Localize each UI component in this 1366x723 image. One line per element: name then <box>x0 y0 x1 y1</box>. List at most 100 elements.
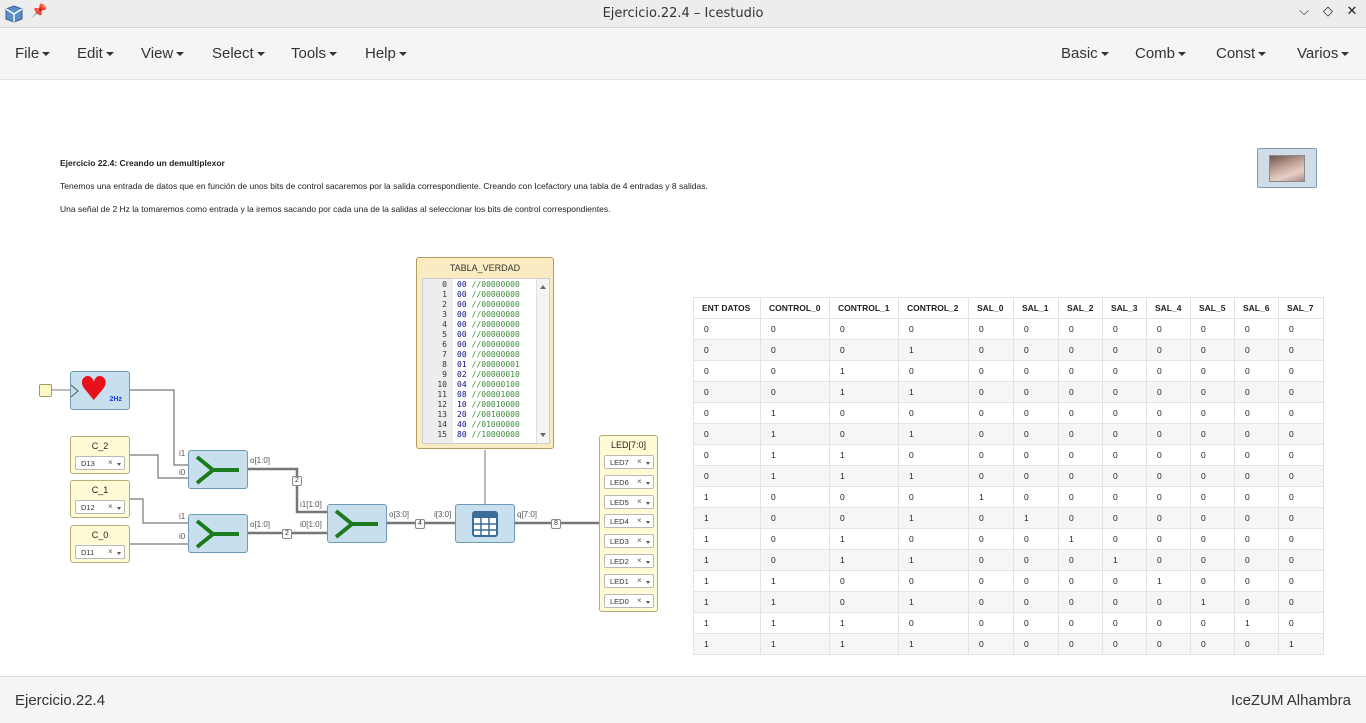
input-c2-pin-select[interactable]: D13 × <box>75 456 125 470</box>
truth-table-editor[interactable]: 0 00//00000000 1 00//00000000 2 00//00000000 3… <box>422 278 550 444</box>
table-cell: 0 <box>968 339 1014 361</box>
dropdown-icon <box>646 561 650 564</box>
joiner-bottom-block[interactable] <box>188 514 248 553</box>
code-line: 15 80 //10000000 <box>423 430 519 440</box>
clear-icon[interactable]: × <box>108 502 113 511</box>
table-cell: 1 <box>760 633 830 655</box>
table-cell: 0 <box>1013 318 1059 340</box>
table-cell: 0 <box>968 633 1014 655</box>
table-row: 100010000000 <box>693 486 1324 508</box>
clear-icon[interactable]: × <box>637 596 642 605</box>
caret-down-icon <box>1341 52 1350 57</box>
menu-basic[interactable]: Basic <box>1061 45 1109 62</box>
design-canvas[interactable]: Ejercicio 22.4: Creando un demultiplexor… <box>0 80 1366 676</box>
line-number: 4 <box>442 320 447 329</box>
table-header-cell: CONTROL_1 <box>829 297 899 319</box>
status-board-name[interactable]: IceZUM Alhambra <box>1231 692 1351 709</box>
menu-const[interactable]: Const <box>1216 45 1267 62</box>
line-number: 14 <box>437 420 447 429</box>
input-c0-pin-select[interactable]: D11 × <box>75 545 125 559</box>
caret-down-icon <box>398 52 407 57</box>
table-cell: 0 <box>1146 549 1191 571</box>
code-line: 8 01 //00000001 <box>423 360 520 370</box>
led-pin-select[interactable]: LED5 × <box>604 494 654 509</box>
menu-view[interactable]: View <box>141 45 185 62</box>
led-pin-select[interactable]: LED4 × <box>604 514 654 529</box>
binary-comment: //01000000 <box>471 420 520 429</box>
joiner-top-block[interactable] <box>188 450 248 489</box>
clear-icon[interactable]: × <box>637 516 642 525</box>
line-number: 10 <box>437 380 447 389</box>
led-pin-select[interactable]: LED3 × <box>604 534 654 549</box>
menu-select[interactable]: Select <box>212 45 265 62</box>
table-cell: 1 <box>693 507 761 529</box>
table-cell: 0 <box>829 339 899 361</box>
table-cell: 0 <box>898 486 969 508</box>
joiner-icon <box>195 519 239 549</box>
table-cell: 0 <box>1190 549 1235 571</box>
table-cell: 1 <box>760 402 830 424</box>
clear-icon[interactable]: × <box>637 457 642 466</box>
table-cell: 1 <box>1234 612 1279 634</box>
caret-down-icon <box>329 52 338 57</box>
clear-icon[interactable]: × <box>637 497 642 506</box>
menu-varios[interactable]: Varios <box>1297 45 1350 62</box>
table-header-cell: SAL_2 <box>1058 297 1103 319</box>
led-pin-select[interactable]: LED0 × <box>604 593 654 608</box>
close-icon[interactable]: ✕ <box>1343 4 1361 19</box>
led-pin-select[interactable]: LED2 × <box>604 554 654 568</box>
led-pin-select[interactable]: LED6 × <box>604 474 654 489</box>
table-block[interactable] <box>455 504 515 543</box>
clear-icon[interactable]: × <box>108 458 113 467</box>
led-pin-select[interactable]: LED7 × <box>604 455 654 469</box>
clear-icon[interactable]: × <box>637 536 642 545</box>
table-cell: 1 <box>1190 591 1235 613</box>
joiner-main-in0-label: i0[1:0] <box>300 520 322 529</box>
clock-2hz-block[interactable]: ♥ 2Hz <box>70 370 130 410</box>
table-cell: 0 <box>1013 528 1059 550</box>
hex-value: 00 <box>457 300 467 309</box>
scroll-down-icon[interactable] <box>540 433 546 437</box>
table-cell: 0 <box>760 486 830 508</box>
line-number: 5 <box>442 330 447 339</box>
table-cell: 1 <box>693 591 761 613</box>
menu-edit[interactable]: Edit <box>77 45 114 62</box>
pin-value: D11 <box>81 548 95 557</box>
scroll-up-icon[interactable] <box>540 285 546 289</box>
output-led-block[interactable]: LED[7:0] LED7 × LED6 × LED5 × LED4 × LED3 × LED2 × L… <box>599 435 658 612</box>
input-c1-block[interactable]: C_1 D12 × <box>70 480 130 518</box>
clear-icon[interactable]: × <box>637 556 642 565</box>
led-pin-select[interactable]: LED1 × <box>604 573 654 588</box>
maximize-icon[interactable]: ◇ <box>1319 4 1337 19</box>
clear-icon[interactable]: × <box>108 547 113 556</box>
input-c1-pin-select[interactable]: D12 × <box>75 500 125 514</box>
truth-table-block[interactable]: TABLA_VERDAD 0 00//00000000 1 00//00000000 2… <box>416 257 554 449</box>
table-cell: 0 <box>968 465 1014 487</box>
menu-file[interactable]: File <box>15 45 51 62</box>
table-cell: 0 <box>1278 570 1324 592</box>
input-c2-block[interactable]: C_2 D13 × <box>70 436 130 474</box>
table-block-out-label: q[7:0] <box>517 510 538 519</box>
clock-input-port[interactable] <box>39 384 52 397</box>
input-c0-block[interactable]: C_0 D11 × <box>70 525 130 563</box>
table-cell: 0 <box>968 360 1014 382</box>
menu-help[interactable]: Help <box>365 45 407 62</box>
table-cell: 0 <box>1278 612 1324 634</box>
table-cell: 1 <box>760 570 830 592</box>
joiner-main-block[interactable] <box>327 504 387 543</box>
table-cell: 0 <box>1278 486 1324 508</box>
menu-tools[interactable]: Tools <box>291 45 338 62</box>
table-row: 101100010000 <box>693 549 1324 571</box>
minimize-icon[interactable]: ⌵ <box>1295 4 1313 19</box>
menu-comb[interactable]: Comb <box>1135 45 1187 62</box>
table-cell: 0 <box>1146 486 1191 508</box>
table-cell: 0 <box>1146 612 1191 634</box>
window-title: Ejercicio.22.4 – Icestudio <box>602 6 764 21</box>
table-cell: 0 <box>1190 486 1235 508</box>
table-cell: 0 <box>1234 381 1279 403</box>
clear-icon[interactable]: × <box>637 576 642 585</box>
scrollbar[interactable] <box>536 279 549 443</box>
table-cell: 0 <box>1190 528 1235 550</box>
clear-icon[interactable]: × <box>637 477 642 486</box>
table-grid-icon <box>472 511 498 537</box>
